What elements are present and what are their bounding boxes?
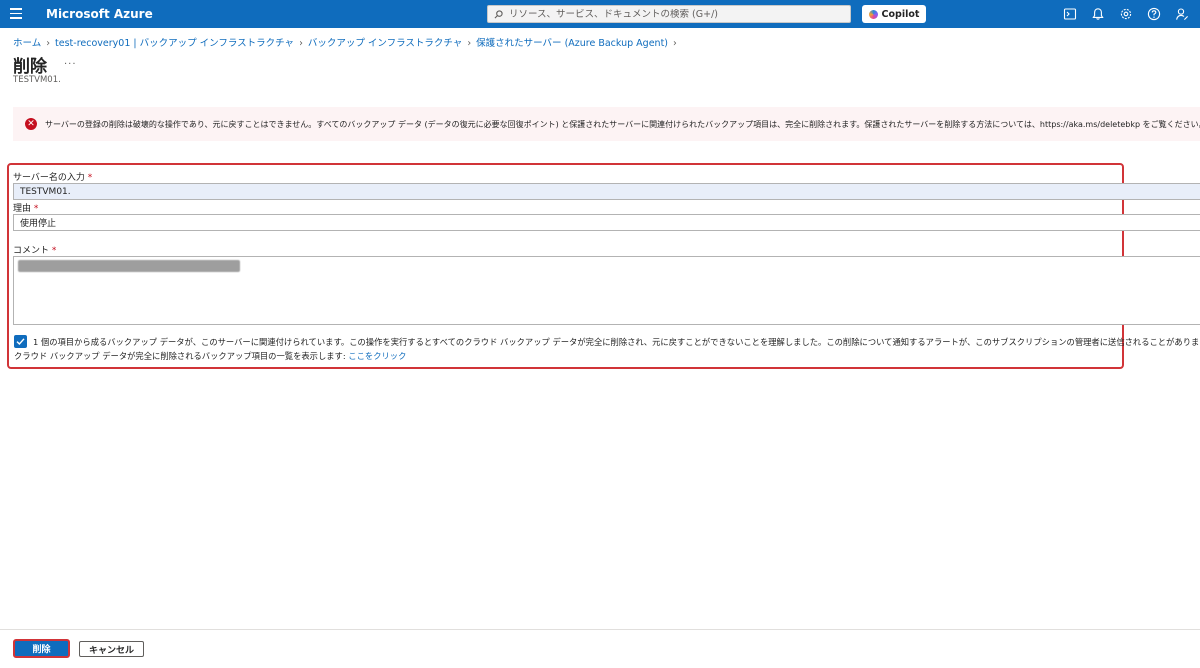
breadcrumb-home[interactable]: ホーム xyxy=(13,38,41,49)
help-icon[interactable] xyxy=(1147,7,1161,21)
menu-icon[interactable] xyxy=(10,8,22,20)
breadcrumb-backup-infra[interactable]: バックアップ インフラストラクチャ xyxy=(308,38,462,49)
copilot-icon xyxy=(868,9,878,19)
confirm-checkbox[interactable] xyxy=(14,335,27,348)
reason-input[interactable] xyxy=(13,214,1200,231)
footer-divider xyxy=(0,629,1200,630)
backup-items-link[interactable]: ここをクリック xyxy=(348,351,406,361)
search-icon xyxy=(494,9,503,18)
comment-label: コメント * xyxy=(13,246,57,256)
brand-title[interactable]: Microsoft Azure xyxy=(46,0,153,28)
cancel-button[interactable]: キャンセル xyxy=(79,641,144,657)
more-options-button[interactable]: ... xyxy=(64,56,77,67)
settings-icon[interactable] xyxy=(1119,7,1133,21)
search-input[interactable] xyxy=(509,8,839,20)
feedback-icon[interactable] xyxy=(1175,7,1189,21)
server-name-input[interactable] xyxy=(13,183,1200,200)
chevron-right-icon: › xyxy=(46,38,51,49)
error-banner-text: サーバーの登録の削除は破壊的な操作であり、元に戻すことはできません。すべてのバッ… xyxy=(45,119,1200,129)
page-subtitle: TESTVM01. xyxy=(13,75,61,85)
checkmark-icon xyxy=(16,338,25,346)
chevron-right-icon: › xyxy=(467,38,472,49)
chevron-right-icon: › xyxy=(299,38,303,49)
error-banner: ✕ サーバーの登録の削除は破壊的な操作であり、元に戻すことはできません。すべての… xyxy=(13,107,1200,141)
page-title: 削除 xyxy=(13,57,47,77)
search-box[interactable] xyxy=(487,5,851,23)
breadcrumb-protected-servers[interactable]: 保護されたサーバー (Azure Backup Agent) xyxy=(476,38,668,49)
reason-label: 理由 * xyxy=(13,204,39,214)
copilot-button[interactable]: Copilot xyxy=(862,5,926,23)
chevron-right-icon: › xyxy=(673,38,677,49)
cloud-shell-icon[interactable] xyxy=(1063,7,1077,21)
server-name-label: サーバー名の入力 * xyxy=(13,173,93,183)
confirm-checkbox-label: 1 個の項目から成るバックアップ データが、このサーバーに関連付けられています。… xyxy=(33,337,1200,347)
backup-items-line: クラウド バックアップ データが完全に削除されるバックアップ項目の一覧を表示しま… xyxy=(14,351,407,361)
delete-button[interactable]: 削除 xyxy=(13,639,70,658)
redacted-comment xyxy=(18,260,240,272)
top-bar: Microsoft Azure Copilot xyxy=(0,0,1200,28)
breadcrumb: ホーム › test-recovery01 | バックアップ インフラストラクチャ ›… xyxy=(13,35,682,49)
breadcrumb-vault[interactable]: test-recovery01 | バックアップ インフラストラクチャ xyxy=(55,38,294,49)
comment-textarea[interactable] xyxy=(13,256,1200,325)
notifications-icon[interactable] xyxy=(1091,7,1105,21)
copilot-label: Copilot xyxy=(881,8,920,20)
error-icon: ✕ xyxy=(25,118,37,130)
